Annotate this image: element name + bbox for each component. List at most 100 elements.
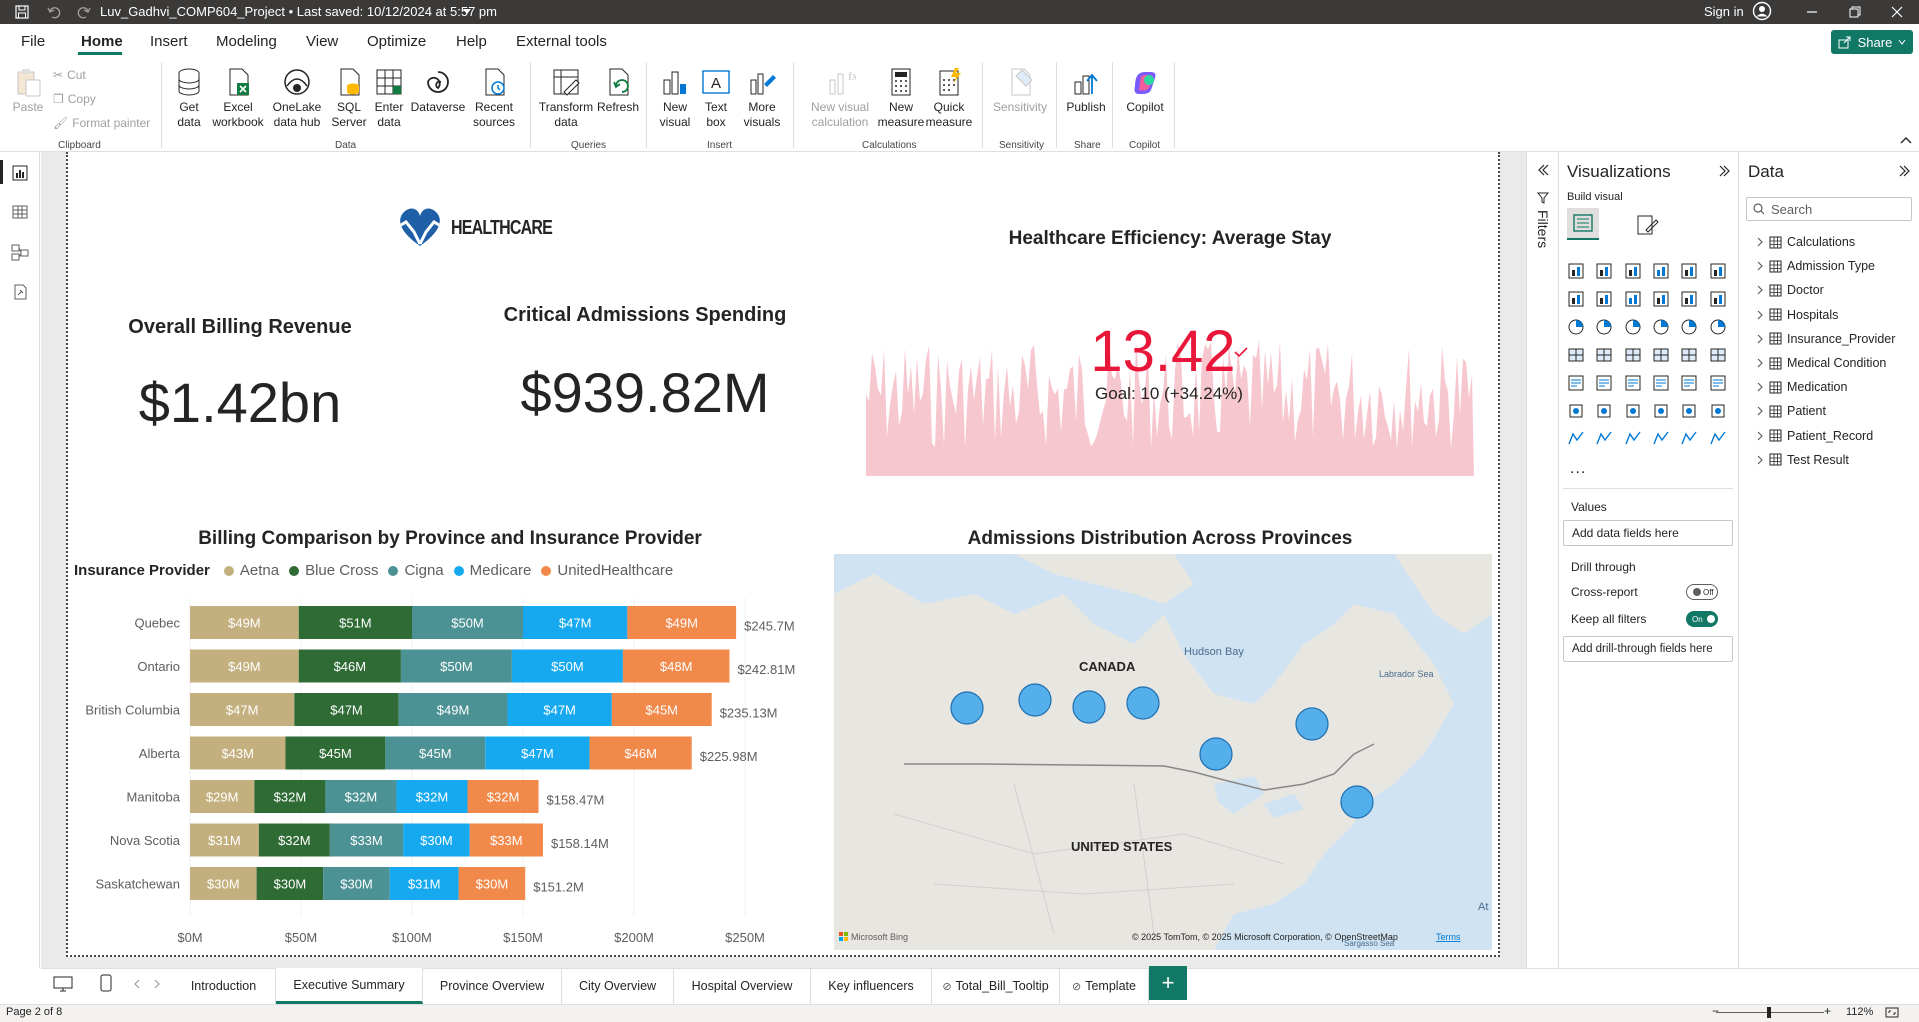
page-tab-province-overview[interactable]: Province Overview [423,968,562,1004]
tab-file[interactable]: File [21,33,45,50]
paste-button[interactable]: Paste [12,66,44,115]
refresh-button[interactable]: Refresh [596,66,640,115]
viz-scatter-icon[interactable] [1652,318,1670,336]
publish-button[interactable]: Publish [1064,66,1108,115]
redo-icon[interactable] [76,4,92,20]
page-tab-city-overview[interactable]: City Overview [562,968,674,1004]
scroll-left-icon[interactable] [132,979,142,989]
excel-workbook-button[interactable]: Excel workbook [210,66,266,130]
tab-home[interactable]: Home [81,33,123,50]
viz-diamond-icon[interactable] [1680,430,1698,448]
viz-multicard-icon[interactable] [1567,374,1585,392]
viz-narrative-icon[interactable] [1652,402,1670,420]
enter-data-button[interactable]: Enter data [370,66,408,130]
format-painter-button[interactable]: 🖌 Format painter [53,116,150,130]
viz-funnel-icon[interactable] [1709,290,1727,308]
viz-line-col-icon[interactable] [1567,318,1585,336]
sign-in-link[interactable]: Sign in [1704,4,1744,19]
new-visual-button[interactable]: New visual [652,66,698,130]
viz-waterfall-icon[interactable] [1680,290,1698,308]
dax-query-view-icon[interactable] [10,282,30,302]
map-bubble[interactable] [1295,707,1329,741]
zoom-slider-thumb[interactable] [1767,1007,1771,1018]
map-terms-link[interactable]: Terms [1436,932,1461,942]
viz-hbar-stack-icon[interactable] [1567,262,1585,280]
viz-hbar-icon[interactable] [1624,262,1642,280]
map-bubble[interactable] [1018,683,1052,717]
page-tab-introduction[interactable]: Introduction [172,968,276,1004]
viz-r-icon[interactable] [1709,374,1727,392]
minimize-icon[interactable] [1805,5,1819,19]
viz-col100-icon[interactable] [1709,262,1727,280]
model-view-icon[interactable] [10,242,30,262]
viz-map-icon[interactable] [1595,346,1613,364]
get-data-button[interactable]: Get data [166,66,212,130]
viz-paginated-icon[interactable] [1567,430,1585,448]
viz-col-icon[interactable] [1652,262,1670,280]
zoom-out-icon[interactable]: − [1712,1004,1719,1018]
page-tab-executive-summary[interactable]: Executive Summary [276,968,423,1004]
viz-gauge-icon[interactable] [1680,346,1698,364]
viz-line-col2-icon[interactable] [1595,318,1613,336]
add-page-button[interactable]: + [1149,966,1187,1000]
more-visuals-button[interactable]: More visuals [736,66,788,130]
collapse-left-icon[interactable] [1536,163,1550,177]
data-table-test-result[interactable]: Test Result [1756,453,1849,467]
filters-label[interactable]: Filters [1535,210,1551,248]
tab-view[interactable]: View [306,33,338,50]
share-button[interactable]: Share [1831,30,1913,54]
viz-decomp-icon[interactable] [1624,402,1642,420]
data-table-doctor[interactable]: Doctor [1756,283,1824,297]
tab-modeling[interactable]: Modeling [216,33,277,50]
viz-card-icon[interactable] [1709,346,1727,364]
save-icon[interactable] [14,4,30,20]
data-table-patient[interactable]: Patient [1756,404,1826,418]
more-visuals-ellipsis[interactable]: ... [1570,460,1586,478]
build-visual-tab[interactable] [1567,208,1599,240]
viz-key-inf-icon[interactable] [1595,402,1613,420]
dataverse-button[interactable]: Dataverse [410,66,466,115]
map-bubble[interactable] [950,691,984,725]
viz-chevron-icon[interactable] [1709,430,1727,448]
viz-filled-map-icon[interactable] [1624,346,1642,364]
format-visual-icon[interactable] [1634,212,1660,238]
map-bubble[interactable] [1126,686,1160,720]
scroll-right-icon[interactable] [152,979,162,989]
data-table-hospitals[interactable]: Hospitals [1756,308,1838,322]
kpi-value[interactable]: 13.42 [1088,318,1238,385]
data-search-input[interactable]: Search [1746,197,1912,221]
title-dropdown-icon[interactable] [462,8,472,16]
mobile-layout-icon[interactable] [100,974,112,992]
page-tab-template[interactable]: ⊘ Template [1060,968,1149,1004]
data-table-medical-condition[interactable]: Medical Condition [1756,356,1886,370]
viz-trophy-icon[interactable] [1709,402,1727,420]
table-view-icon[interactable] [10,202,30,222]
tab-help[interactable]: Help [456,33,487,50]
copy-button[interactable]: ❐ Copy [53,92,96,106]
viz-table-icon[interactable] [1652,374,1670,392]
collapse-ribbon-icon[interactable] [1900,136,1912,144]
data-table-admission-type[interactable]: Admission Type [1756,259,1875,273]
expand-right-icon[interactable] [1718,164,1732,178]
viz-power-apps-icon[interactable] [1595,430,1613,448]
undo-icon[interactable] [46,4,62,20]
page-tab-key-influencers[interactable]: Key influencers [811,968,932,1004]
desktop-layout-icon[interactable] [53,976,73,992]
onelake-button[interactable]: OneLake data hub [266,66,328,130]
data-table-insurance-provider[interactable]: Insurance_Provider [1756,332,1895,346]
drill-through-well[interactable]: Add drill-through fields here [1563,636,1733,662]
legend-item-3[interactable]: Medicare [470,562,532,579]
recent-sources-button[interactable]: Recent sources [466,66,522,130]
viz-area-stack-icon[interactable] [1624,290,1642,308]
stacked-bar-chart[interactable]: $0M $50M $100M $150M $200M $250M Quebec $49M $51… [66,598,826,950]
card-critical-value[interactable]: $939.82M [480,360,810,425]
keep-filters-toggle[interactable]: On [1686,611,1718,627]
viz-pie-icon[interactable] [1680,318,1698,336]
card-billing-value[interactable]: $1.42bn [90,370,390,435]
legend-item-4[interactable]: UnitedHealthcare [557,562,673,579]
filters-pane-collapsed[interactable] [1526,152,1558,968]
viz-metrics-icon[interactable] [1652,430,1670,448]
tab-external-tools[interactable]: External tools [516,33,607,50]
viz-ribbon2-icon[interactable] [1624,318,1642,336]
close-icon[interactable] [1890,5,1904,19]
